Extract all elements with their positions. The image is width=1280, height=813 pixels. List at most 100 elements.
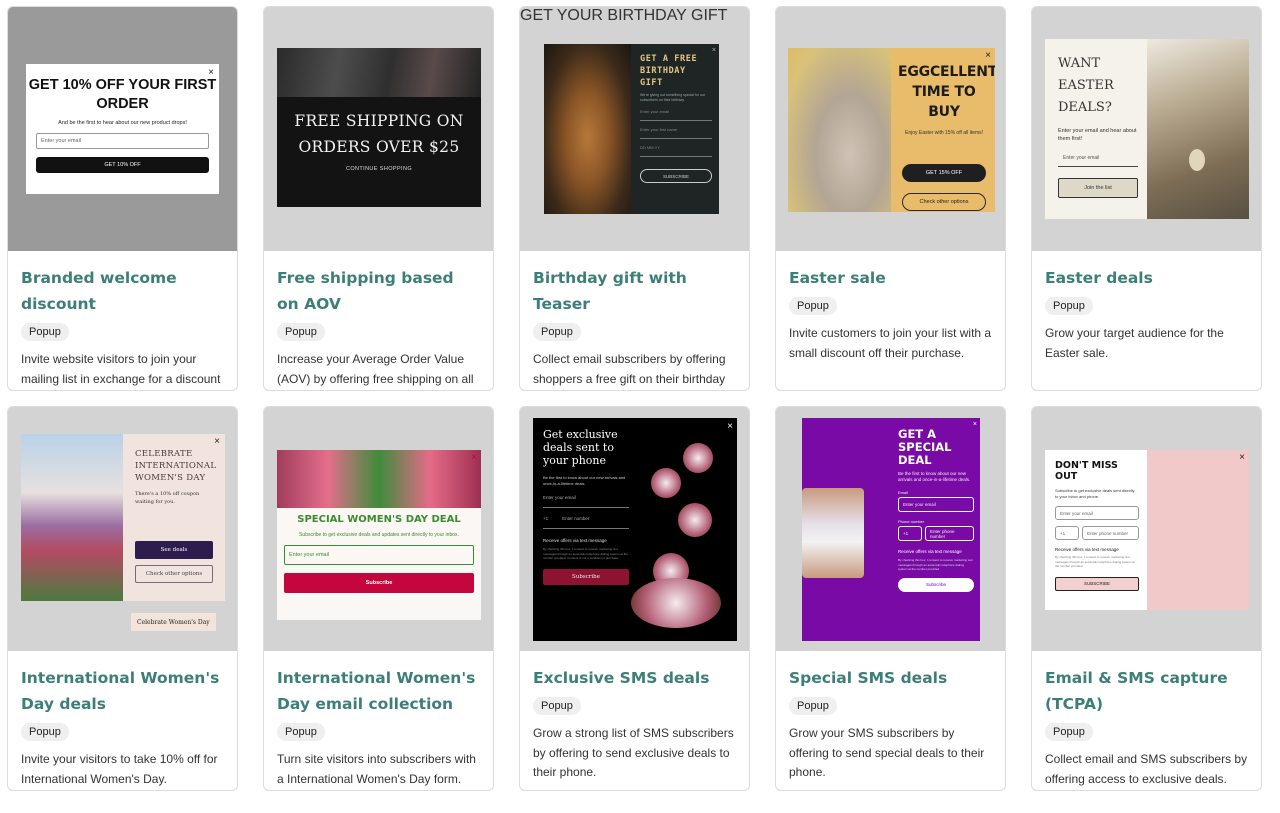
- women-flowers-photo: [21, 434, 123, 601]
- template-card-womens-day-email[interactable]: × SPECIAL WOMEN'S DAY DEAL Subscribe to …: [263, 406, 494, 791]
- popup-button: Join the list: [1058, 178, 1138, 198]
- country-code: +1: [1055, 526, 1079, 540]
- popup-subtext: Enter your email and hear about them fir…: [1058, 128, 1137, 142]
- card-description: Increase your Average Order Value (AOV) …: [277, 352, 474, 386]
- type-badge: Popup: [21, 723, 69, 741]
- template-card-easter-sale[interactable]: × EGGCELLENT TIME TO BUY Enjoy Easter wi…: [775, 6, 1006, 391]
- template-card-branded-welcome[interactable]: × GET 10% OFF YOUR FIRST ORDER And be th…: [7, 6, 238, 391]
- close-icon: ×: [727, 421, 733, 432]
- popup-preview: FREE SHIPPING ON ORDERS OVER $25 CONTINU…: [277, 48, 481, 207]
- template-grid: × GET 10% OFF YOUR FIRST ORDER And be th…: [7, 6, 1262, 791]
- womens-day-teaser: Celebrate Women's Day: [131, 613, 216, 631]
- sms-checkbox: Receive offers via text message: [1055, 547, 1119, 552]
- popup-button: Subscribe: [284, 573, 474, 593]
- type-badge: Popup: [277, 323, 325, 341]
- phone-field: Enter phone number: [1082, 526, 1139, 540]
- popup-button: GET 10% OFF: [36, 157, 209, 173]
- card-title[interactable]: Branded welcome discount: [21, 265, 224, 317]
- birthday-field: DD MM YY: [640, 145, 712, 157]
- cupcake-image: [678, 503, 712, 537]
- sms-checkbox: Receive offers via text message: [543, 538, 607, 543]
- popup-button: Subscribe: [898, 577, 974, 592]
- popup-preview: × GET A FREE BIRTHDAY GIFT We're giving …: [544, 44, 719, 214]
- popup-preview: × DON'T MISS OUT Subscribe to get exclus…: [1045, 450, 1249, 610]
- country-code: +1: [543, 516, 549, 521]
- card-title[interactable]: Easter deals: [1045, 265, 1248, 291]
- card-description: Grow your target audience for the Easter…: [1045, 326, 1224, 360]
- template-preview: × EGGCELLENT TIME TO BUY Enjoy Easter wi…: [776, 7, 1005, 251]
- consent-text: By checking this box, I consent to recei…: [543, 547, 628, 560]
- type-badge: Popup: [1045, 297, 1093, 315]
- card-title[interactable]: Birthday gift with Teaser: [533, 265, 736, 317]
- popup-heading: WANT EASTER DEALS?: [1058, 56, 1114, 115]
- card-description: Turn site visitors into subscribers with…: [277, 752, 476, 786]
- card-title[interactable]: Free shipping based on AOV: [277, 265, 480, 317]
- popup-button-primary: See deals: [135, 541, 213, 559]
- tulips-photo: [277, 450, 481, 508]
- egg-branch-photo: [1147, 39, 1249, 219]
- template-preview: × DON'T MISS OUT Subscribe to get exclus…: [1032, 407, 1261, 651]
- cupcake-image: [651, 468, 681, 498]
- close-icon: ×: [214, 436, 220, 447]
- email-field: Enter your email: [640, 109, 712, 121]
- close-icon: ×: [972, 421, 977, 428]
- popup-button: SUBSCRIBE: [1055, 576, 1139, 591]
- popup-subtext: And be the first to hear about our new p…: [58, 120, 187, 126]
- card-description: Invite your visitors to take 10% off for…: [21, 752, 218, 786]
- card-description: Grow a strong list of SMS subscribers by…: [533, 726, 734, 779]
- popup-button-primary: GET 15% OFF: [902, 164, 986, 182]
- popup-heading-line2: ORDERS OVER $25: [298, 138, 460, 156]
- card-title[interactable]: Exclusive SMS deals: [533, 665, 736, 691]
- card-description: Collect email and SMS subscribers by off…: [1045, 752, 1248, 786]
- card-description: Collect email subscribers by offering sh…: [533, 352, 726, 386]
- close-icon: ×: [471, 452, 477, 463]
- popup-subtext: There's a 10% off coupon waiting for you…: [135, 491, 200, 505]
- card-title[interactable]: International Women's Day email collecti…: [277, 665, 480, 717]
- template-preview: × CELEBRATE INTERNATIONAL WOMEN'S DAY Th…: [8, 407, 237, 651]
- email-field: Enter your email: [543, 495, 629, 508]
- type-badge: Popup: [789, 297, 837, 315]
- popup-heading: Get exclusive deals sent to your phone: [543, 428, 618, 467]
- close-icon: ×: [1239, 452, 1245, 463]
- template-card-free-shipping[interactable]: FREE SHIPPING ON ORDERS OVER $25 CONTINU…: [263, 6, 494, 391]
- template-card-womens-day-deals[interactable]: × CELEBRATE INTERNATIONAL WOMEN'S DAY Th…: [7, 406, 238, 791]
- template-card-special-sms[interactable]: × GET A SPECIAL DEAL Be the first to kno…: [775, 406, 1006, 791]
- popup-preview: × EGGCELLENT TIME TO BUY Enjoy Easter wi…: [788, 48, 995, 212]
- popup-button: CONTINUE SHOPPING: [345, 166, 413, 172]
- template-card-birthday-gift[interactable]: × GET A FREE BIRTHDAY GIFT We're giving …: [519, 6, 750, 391]
- popup-preview: × SPECIAL WOMEN'S DAY DEAL Subscribe to …: [277, 450, 481, 620]
- popup-button-secondary: Check other options: [902, 193, 986, 211]
- popup-heading: GET A FREE BIRTHDAY GIFT: [640, 54, 698, 88]
- popup-preview: × GET 10% OFF YOUR FIRST ORDER And be th…: [26, 64, 219, 194]
- close-icon: ×: [208, 67, 214, 78]
- template-preview: × GET A FREE BIRTHDAY GIFT We're giving …: [520, 7, 749, 251]
- card-title[interactable]: Email & SMS capture (TCPA): [1045, 665, 1248, 717]
- popup-heading: CELEBRATE INTERNATIONAL WOMEN'S DAY: [135, 449, 217, 483]
- card-title[interactable]: Easter sale: [789, 265, 992, 291]
- popup-subtext: Subscribe to get exclusive deals and upd…: [299, 532, 459, 538]
- bunny-photo: [788, 48, 891, 212]
- table-photo: [277, 48, 481, 97]
- template-card-email-sms-tcpa[interactable]: × DON'T MISS OUT Subscribe to get exclus…: [1031, 406, 1262, 791]
- template-preview: × GET A SPECIAL DEAL Be the first to kno…: [776, 407, 1005, 651]
- popup-heading: SPECIAL WOMEN'S DAY DEAL: [297, 514, 461, 525]
- email-field: Enter your email: [898, 497, 974, 512]
- template-card-exclusive-sms[interactable]: × Get exclusive deals sent to your phone…: [519, 406, 750, 791]
- card-title[interactable]: Special SMS deals: [789, 665, 992, 691]
- template-card-easter-deals[interactable]: WANT EASTER DEALS? Enter your email and …: [1031, 6, 1262, 391]
- popup-button: SUBSCRIBE: [640, 169, 712, 183]
- type-badge: Popup: [533, 323, 581, 341]
- popup-subtext: Be the first to know about our new arriv…: [543, 475, 626, 486]
- phone-placeholder: Enter number: [562, 516, 590, 521]
- email-field: Enter your email: [36, 133, 209, 149]
- popup-subtext: Subscribe to get exclusive deals sent di…: [1055, 488, 1135, 499]
- type-badge: Popup: [789, 697, 837, 715]
- card-title[interactable]: International Women's Day deals: [21, 665, 224, 717]
- popup-preview: WANT EASTER DEALS? Enter your email and …: [1045, 39, 1249, 219]
- country-code: +1: [898, 526, 922, 541]
- popup-button-secondary: Check other options: [135, 565, 213, 583]
- egg-icon: [1189, 149, 1205, 171]
- can-photo: [802, 488, 864, 578]
- card-description: Invite customers to join your list with …: [789, 326, 992, 360]
- birthday-teaser: GET YOUR BIRTHDAY GIFT: [520, 7, 728, 24]
